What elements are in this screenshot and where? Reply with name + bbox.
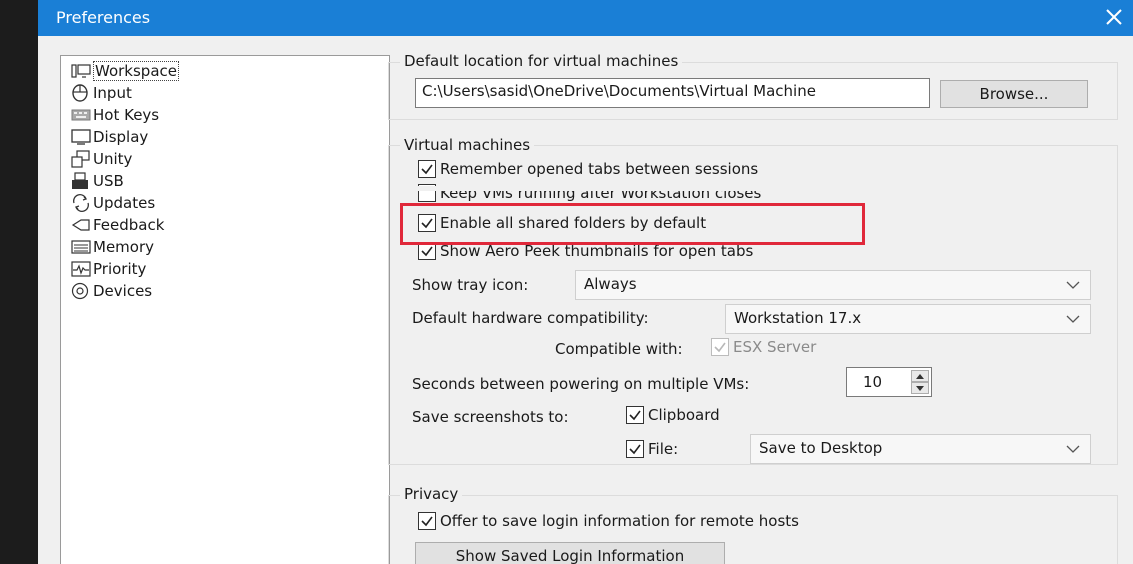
- checkmark-icon: [421, 246, 433, 257]
- memory-icon: [71, 237, 93, 257]
- browse-button[interactable]: Browse...: [940, 80, 1088, 108]
- show-saved-login-button[interactable]: Show Saved Login Information: [415, 542, 725, 564]
- priority-icon: [71, 259, 93, 279]
- close-button[interactable]: [1101, 4, 1127, 30]
- seconds-value: 10: [863, 373, 883, 391]
- nav-label: Memory: [93, 238, 155, 256]
- tray-icon-select[interactable]: Always: [575, 270, 1091, 300]
- window-title: Preferences: [56, 8, 151, 27]
- chevron-down-icon: [1066, 445, 1080, 453]
- offer-save-row: Offer to save login information for remo…: [418, 512, 799, 530]
- nav-label: Devices: [93, 282, 153, 300]
- esx-server-row: ESX Server: [711, 338, 816, 356]
- display-icon: [71, 127, 93, 147]
- nav-item-display[interactable]: Display: [71, 126, 148, 148]
- nav-label: Workspace: [93, 61, 179, 81]
- updates-icon: [71, 193, 93, 213]
- nav-item-input[interactable]: Input: [71, 82, 132, 104]
- tray-icon-value: Always: [584, 275, 637, 293]
- checkmark-icon: [421, 164, 433, 175]
- nav-label: Unity: [93, 150, 133, 168]
- nav-label: Priority: [93, 260, 147, 278]
- nav-label: Updates: [93, 194, 156, 212]
- nav-item-hot-keys[interactable]: Hot Keys: [71, 104, 159, 126]
- file-checkbox[interactable]: [626, 440, 644, 458]
- file-destination-select[interactable]: Save to Desktop: [750, 434, 1091, 464]
- vm-location-input[interactable]: C:\Users\sasid\OneDrive\Documents\Virtua…: [415, 78, 930, 108]
- save-screenshots-label: Save screenshots to:: [412, 408, 569, 426]
- preferences-nav: Workspace Input Hot Keys Display Unity U…: [60, 55, 390, 564]
- stepper-up-button[interactable]: [911, 370, 929, 382]
- nav-item-updates[interactable]: Updates: [71, 192, 155, 214]
- devices-icon: [71, 281, 93, 301]
- chevron-down-icon: [1066, 281, 1080, 289]
- chevron-down-icon: [1066, 315, 1080, 323]
- esx-server-checkbox[interactable]: [711, 338, 729, 356]
- offer-save-checkbox[interactable]: [418, 512, 436, 530]
- hw-compat-label: Default hardware compatibility:: [412, 309, 649, 327]
- virtual-machines-title: Virtual machines: [400, 136, 535, 154]
- preferences-window: Preferences Workspace Input Hot Keys Dis…: [38, 0, 1133, 564]
- hot-keys-icon: [71, 105, 93, 125]
- file-destination-value: Save to Desktop: [759, 439, 883, 457]
- privacy-title: Privacy: [400, 485, 463, 503]
- esx-server-label: ESX Server: [733, 338, 817, 356]
- usb-icon: [71, 171, 93, 191]
- enable-shared-row: Enable all shared folders by default: [418, 214, 706, 232]
- workspace-icon: [71, 61, 93, 81]
- checkmark-icon: [629, 410, 641, 421]
- checkmark-icon: [421, 218, 433, 229]
- nav-label: Feedback: [93, 216, 165, 234]
- aero-peek-checkbox[interactable]: [418, 242, 436, 260]
- checkmark-icon: [629, 444, 641, 455]
- nav-item-feedback[interactable]: Feedback: [71, 214, 164, 236]
- file-label: File:: [648, 440, 679, 458]
- nav-item-memory[interactable]: Memory: [71, 236, 154, 258]
- nav-item-unity[interactable]: Unity: [71, 148, 132, 170]
- input-icon: [71, 83, 93, 103]
- clipboard-row: Clipboard: [626, 406, 720, 424]
- close-icon: [1106, 9, 1122, 25]
- seconds-stepper[interactable]: 10: [846, 367, 932, 397]
- offer-save-label: Offer to save login information for remo…: [440, 512, 799, 530]
- nav-item-devices[interactable]: Devices: [71, 280, 152, 302]
- nav-item-usb[interactable]: USB: [71, 170, 124, 192]
- caret-up-icon: [916, 373, 924, 379]
- caret-down-icon: [916, 385, 924, 391]
- nav-label: USB: [93, 172, 124, 190]
- remember-tabs-checkbox[interactable]: [418, 160, 436, 178]
- occluded-strip: [418, 186, 858, 191]
- seconds-label: Seconds between powering on multiple VMs…: [412, 375, 750, 393]
- clipboard-label: Clipboard: [648, 406, 720, 424]
- clipboard-checkbox[interactable]: [626, 406, 644, 424]
- tray-icon-label: Show tray icon:: [412, 276, 529, 294]
- checkmark-icon: [421, 516, 433, 527]
- compatible-with-label: Compatible with:: [555, 340, 683, 358]
- aero-peek-label: Show Aero Peek thumbnails for open tabs: [440, 242, 754, 260]
- aero-peek-row: Show Aero Peek thumbnails for open tabs: [418, 242, 753, 260]
- nav-label: Display: [93, 128, 149, 146]
- default-location-title: Default location for virtual machines: [400, 52, 683, 70]
- nav-item-priority[interactable]: Priority: [71, 258, 146, 280]
- background-strip: [0, 0, 38, 564]
- remember-tabs-label: Remember opened tabs between sessions: [440, 160, 759, 178]
- feedback-icon: [71, 215, 93, 235]
- nav-label: Input: [93, 84, 132, 102]
- stepper-down-button[interactable]: [911, 382, 929, 394]
- hw-compat-value: Workstation 17.x: [734, 309, 862, 327]
- unity-icon: [71, 149, 93, 169]
- enable-shared-label: Enable all shared folders by default: [440, 214, 707, 232]
- enable-shared-checkbox[interactable]: [418, 214, 436, 232]
- title-bar: Preferences: [38, 0, 1133, 36]
- hw-compat-select[interactable]: Workstation 17.x: [725, 304, 1091, 334]
- remember-tabs-row: Remember opened tabs between sessions: [418, 160, 758, 178]
- nav-label: Hot Keys: [93, 106, 160, 124]
- checkmark-icon: [714, 342, 726, 353]
- nav-item-workspace[interactable]: Workspace: [71, 60, 179, 82]
- file-row: File:: [626, 440, 678, 458]
